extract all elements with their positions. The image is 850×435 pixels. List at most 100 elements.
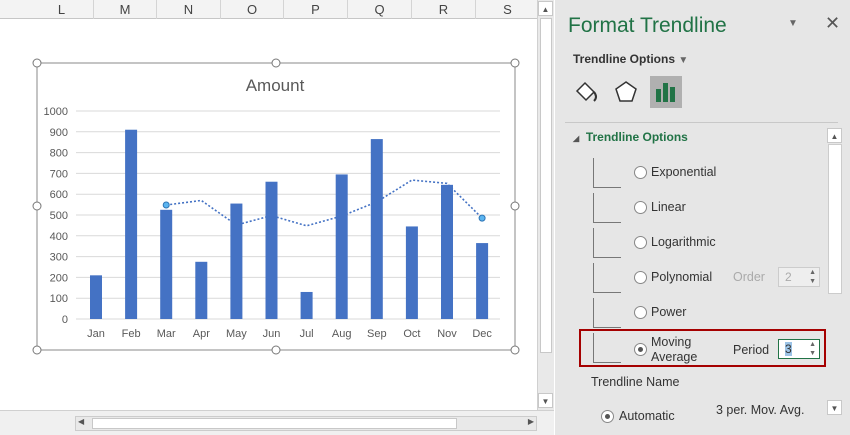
bar[interactable]: [265, 181, 278, 319]
order-label: Order: [733, 270, 765, 284]
chart-resize-handle: [32, 345, 42, 355]
column-header-r[interactable]: R: [412, 0, 476, 19]
pane-options-dropdown-icon[interactable]: ▼: [788, 18, 798, 29]
bar[interactable]: [125, 129, 138, 319]
fill-line-icon[interactable]: [570, 76, 602, 108]
x-tick-label: Nov: [437, 328, 457, 340]
option-polynomial[interactable]: Polynomial Order 2 ▲ ▼: [593, 263, 833, 293]
period-value[interactable]: 3: [785, 342, 792, 356]
pane-scroll-down[interactable]: ▼: [827, 400, 842, 415]
bar[interactable]: [335, 174, 348, 319]
bar[interactable]: [405, 226, 418, 319]
option-moving-average[interactable]: Moving Average Period 3 ▲ ▼: [593, 333, 833, 364]
chart-resize-handle: [32, 58, 42, 68]
column-header-p[interactable]: P: [284, 0, 348, 19]
option-exponential[interactable]: Exponential: [593, 158, 833, 188]
radio-polynomial[interactable]: [634, 271, 647, 284]
x-tick-label: Dec: [472, 328, 492, 340]
option-logarithmic[interactable]: Logarithmic: [593, 228, 833, 258]
column-header-m[interactable]: M: [94, 0, 157, 19]
scroll-down-button[interactable]: ▼: [538, 393, 553, 408]
y-tick-label: 700: [50, 168, 68, 180]
label-power: Power: [651, 305, 687, 319]
radio-linear[interactable]: [634, 201, 647, 214]
chart[interactable]: Amount 0 100 200 300 400 500 600 700 800 900 1000 Ja…: [0, 19, 537, 410]
x-tick-label: Mar: [157, 328, 176, 340]
polynomial-icon: [593, 263, 621, 293]
chart-resize-handle: [510, 58, 520, 68]
label-exponential: Exponential: [651, 165, 717, 179]
power-icon: [593, 298, 621, 328]
label-polynomial: Polynomial: [651, 270, 713, 284]
bar[interactable]: [160, 209, 173, 319]
order-spinner: 2 ▲ ▼: [778, 267, 820, 287]
bar[interactable]: [441, 184, 453, 319]
spin-arrows-icon: ▲ ▼: [809, 269, 816, 285]
column-header-n[interactable]: N: [157, 0, 221, 19]
y-tick-label: 200: [50, 272, 68, 284]
spin-arrows-icon[interactable]: ▲ ▼: [809, 340, 816, 358]
column-header-s[interactable]: S: [476, 0, 540, 19]
pane-title: Format Trendline: [568, 14, 727, 37]
x-tick-label: Jan: [87, 328, 105, 340]
trendline-options-icon[interactable]: [650, 76, 682, 108]
automatic-label: Automatic: [619, 409, 675, 421]
option-power[interactable]: Power: [593, 298, 833, 328]
vertical-scrollbar[interactable]: ▲ ▼: [537, 0, 554, 410]
trendline-name-label: Trendline Name: [591, 375, 680, 389]
bar[interactable]: [230, 203, 243, 319]
automatic-name-value: 3 per. Mov. Avg.: [716, 403, 805, 417]
scroll-thumb[interactable]: [540, 18, 552, 353]
y-tick-label: 1000: [44, 106, 68, 118]
period-spinner[interactable]: 3 ▲ ▼: [778, 339, 820, 359]
bar[interactable]: [195, 261, 208, 319]
y-tick-label: 800: [50, 148, 68, 160]
logarithmic-icon: [593, 228, 621, 258]
bar[interactable]: [370, 139, 383, 319]
pane-scroll-up[interactable]: ▲: [827, 128, 842, 143]
pane-scrollbar[interactable]: ▲ ▼: [827, 128, 843, 416]
bar[interactable]: [476, 243, 489, 319]
radio-automatic[interactable]: [601, 410, 614, 423]
horizontal-scrollbar[interactable]: ◀ ▶: [75, 416, 537, 431]
bar[interactable]: [90, 275, 102, 319]
order-value: 2: [785, 270, 792, 284]
trendline-options-dropdown[interactable]: Trendline Options ▼: [573, 52, 688, 66]
pane-scroll-thumb[interactable]: [828, 144, 842, 294]
y-tick-label: 500: [50, 210, 68, 222]
chart-resize-handle: [271, 58, 281, 68]
moving-average-icon: [593, 333, 621, 363]
scroll-right-icon[interactable]: ▶: [528, 417, 534, 426]
section-label: Trendline Options: [585, 130, 688, 144]
trendline-handle: [162, 201, 170, 209]
exponential-icon: [593, 158, 621, 188]
chart-title: Amount: [246, 76, 305, 95]
close-icon[interactable]: ✕: [825, 13, 840, 34]
section-header-trendline-options[interactable]: ◢ Trendline Options: [573, 130, 688, 144]
radio-exponential[interactable]: [634, 166, 647, 179]
label-linear: Linear: [651, 200, 686, 214]
h-scroll-thumb[interactable]: [92, 418, 457, 429]
x-tick-label: Jul: [300, 328, 314, 340]
chevron-down-icon: ▼: [678, 55, 689, 66]
scroll-up-button[interactable]: ▲: [538, 1, 553, 16]
y-tick-label: 100: [50, 293, 68, 305]
scroll-left-icon[interactable]: ◀: [78, 417, 84, 426]
column-header-l[interactable]: L: [30, 0, 94, 19]
y-tick-label: 900: [50, 127, 68, 139]
period-label: Period: [733, 343, 770, 357]
chart-resize-handle: [510, 345, 520, 355]
bar[interactable]: [300, 291, 313, 319]
column-header-q[interactable]: Q: [348, 0, 412, 19]
radio-moving-average[interactable]: [634, 343, 647, 356]
x-tick-label: May: [226, 328, 247, 340]
effects-icon[interactable]: [610, 76, 642, 108]
option-linear[interactable]: Linear: [593, 193, 833, 223]
radio-logarithmic[interactable]: [634, 236, 647, 249]
radio-power[interactable]: [634, 306, 647, 319]
trendline-handle: [478, 214, 486, 222]
chart-resize-handle: [32, 201, 42, 211]
column-header-o[interactable]: O: [221, 0, 284, 19]
chart-resize-handle: [510, 201, 520, 211]
x-tick-label: Apr: [193, 328, 210, 340]
